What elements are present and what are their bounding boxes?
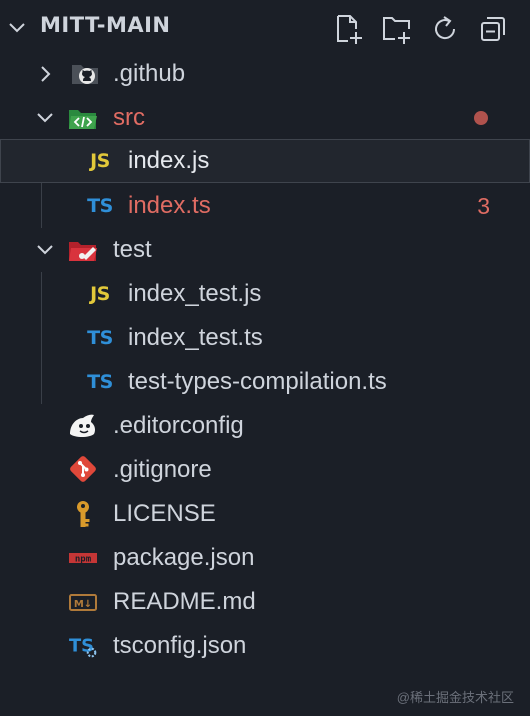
tree-item-label: README.md: [113, 588, 256, 615]
tree-item-label: test-types-compilation.ts: [128, 368, 387, 395]
npm-icon: npm: [67, 545, 99, 571]
github-folder-icon: [70, 61, 102, 87]
file-explorer: MITT-MAIN .github src JS index.js TS ind…: [0, 0, 530, 716]
explorer-header[interactable]: MITT-MAIN: [0, 0, 530, 56]
tree-item-gitignore[interactable]: .gitignore: [0, 448, 530, 492]
new-folder-icon[interactable]: [380, 12, 414, 46]
ts-file-icon: TS: [84, 325, 116, 351]
tree-item-label: src: [113, 104, 145, 131]
tree-item-index-ts[interactable]: TS index.ts 3: [0, 184, 530, 228]
editorconfig-icon: [67, 413, 99, 439]
ts-badge: TS: [69, 636, 94, 657]
chevron-down-icon[interactable]: [6, 17, 28, 39]
chevron-down-icon[interactable]: [34, 239, 56, 261]
ts-file-icon: TS: [84, 369, 116, 395]
tree-item-editorconfig[interactable]: .editorconfig: [0, 404, 530, 448]
explorer-actions: [332, 12, 510, 46]
src-folder-icon: [67, 105, 99, 131]
tree-item-label: .github: [113, 60, 186, 87]
refresh-icon[interactable]: [428, 12, 462, 46]
modified-indicator-dot: [474, 111, 488, 125]
ts-badge: TS: [87, 327, 113, 349]
test-folder-icon: [67, 237, 99, 263]
tree-item-label: index_test.ts: [128, 324, 263, 351]
tree-item-label: test: [113, 236, 152, 263]
tree-item-package-json[interactable]: npm package.json: [0, 536, 530, 580]
tree-item-label: .editorconfig: [113, 412, 244, 439]
tree-item-src[interactable]: src: [0, 96, 530, 140]
tsconfig-icon: TS: [68, 633, 100, 659]
key-icon: [67, 501, 99, 527]
watermark: @稀土掘金技术社区: [396, 690, 514, 705]
tree-item-label: tsconfig.json: [113, 632, 247, 659]
tree-item-index-js[interactable]: JS index.js: [0, 139, 530, 183]
new-file-icon[interactable]: [332, 12, 366, 46]
md-badge: M↓: [74, 599, 92, 610]
tree-item-label: index.js: [128, 147, 210, 174]
tree-item-index-test-ts[interactable]: TS index_test.ts: [0, 316, 530, 360]
tree-item-test[interactable]: test: [0, 228, 530, 272]
tree-item-github[interactable]: .github: [0, 52, 530, 96]
js-badge: JS: [90, 283, 110, 305]
ts-file-icon: TS: [84, 193, 116, 219]
tree-item-label: LICENSE: [113, 500, 216, 527]
tree-item-label: index_test.js: [128, 280, 262, 307]
tree-item-label: .gitignore: [113, 456, 212, 483]
js-file-icon: JS: [84, 148, 116, 174]
js-badge: JS: [90, 150, 110, 172]
explorer-title: MITT-MAIN: [40, 13, 171, 37]
chevron-down-icon[interactable]: [34, 107, 56, 129]
tree-item-license[interactable]: LICENSE: [0, 492, 530, 536]
tree-item-tsconfig[interactable]: TS tsconfig.json: [0, 624, 530, 668]
tree-item-test-types-compilation[interactable]: TS test-types-compilation.ts: [0, 360, 530, 404]
chevron-right-icon[interactable]: [34, 63, 56, 85]
ts-badge: TS: [87, 195, 113, 217]
tree-item-readme[interactable]: M↓ README.md: [0, 580, 530, 624]
ts-badge: TS: [87, 371, 113, 393]
git-icon: [67, 456, 99, 483]
tree-item-label: package.json: [113, 544, 255, 571]
tree-item-index-test-js[interactable]: JS index_test.js: [0, 272, 530, 316]
npm-badge: npm: [75, 555, 92, 565]
collapse-all-icon[interactable]: [476, 12, 510, 46]
markdown-icon: M↓: [67, 589, 99, 615]
js-file-icon: JS: [84, 281, 116, 307]
tree-item-label: index.ts: [128, 192, 211, 219]
problem-count-badge: 3: [477, 193, 490, 219]
